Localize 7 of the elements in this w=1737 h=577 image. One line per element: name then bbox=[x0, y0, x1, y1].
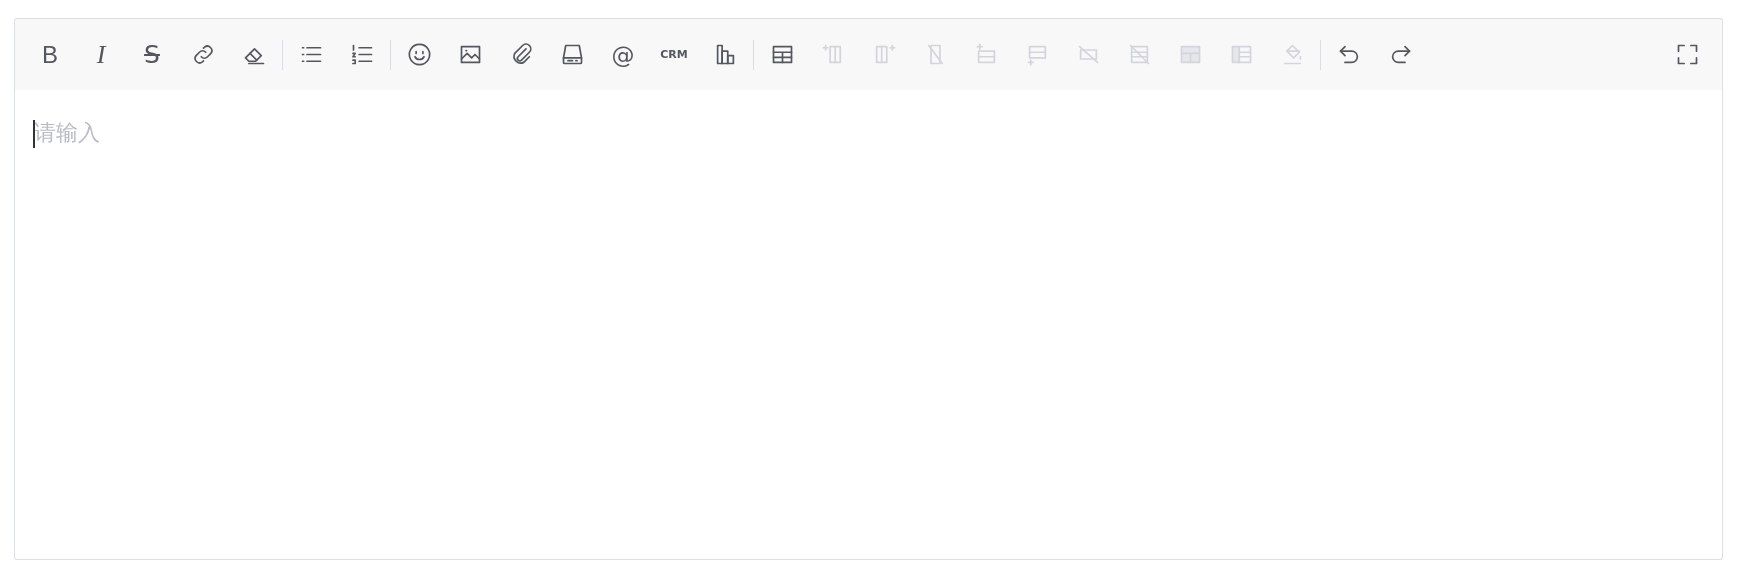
editor-input[interactable]: 请输入 bbox=[14, 90, 1723, 560]
italic-button[interactable]: I bbox=[81, 36, 121, 73]
bold-button[interactable]: B bbox=[30, 36, 70, 73]
mention-button[interactable]: @ bbox=[603, 36, 643, 73]
crm-button[interactable]: CRM bbox=[654, 36, 694, 73]
smiley-icon bbox=[405, 41, 433, 68]
strikethrough-button[interactable]: S bbox=[132, 36, 172, 73]
